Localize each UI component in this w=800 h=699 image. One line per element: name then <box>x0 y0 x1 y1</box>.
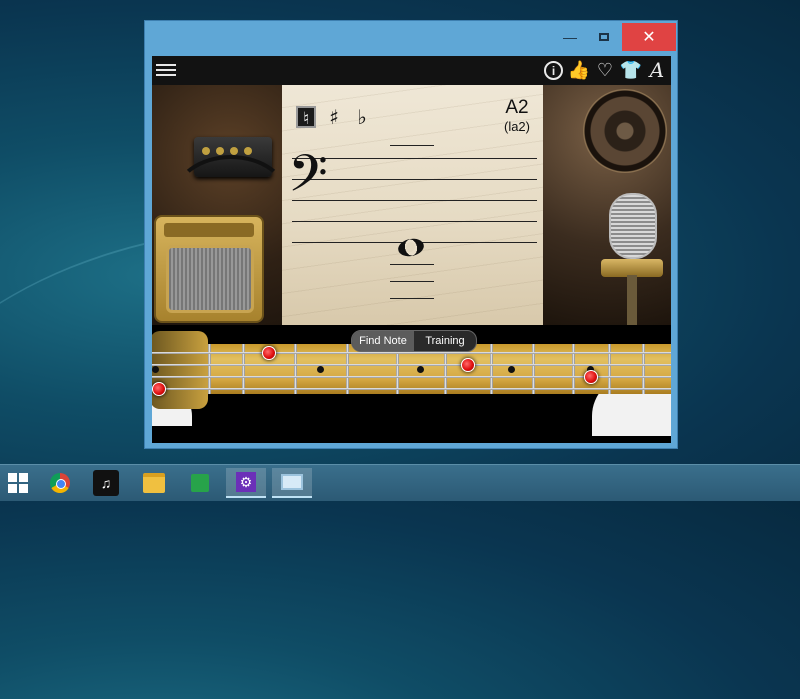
find-note-tab[interactable]: Find Note <box>352 331 414 351</box>
string-1 <box>152 352 671 354</box>
app-client-area: i 👍 ♡ 👕 A ♮ ♯ ♭ A2 (la2) 𝄢 Find Note Tra… <box>152 56 671 443</box>
whole-note <box>396 236 426 259</box>
string-4 <box>152 388 671 390</box>
title-bar[interactable]: — ✕ <box>145 21 677 54</box>
note-marker[interactable] <box>152 382 166 396</box>
bass-app-icon[interactable]: ♫ <box>86 468 126 498</box>
accidental-selector: ♮ ♯ ♭ <box>296 105 372 129</box>
note-marker[interactable] <box>461 358 475 372</box>
music-scene: ♮ ♯ ♭ A2 (la2) 𝄢 <box>152 85 671 325</box>
natural-button[interactable]: ♮ <box>296 106 316 129</box>
ledger-line <box>390 145 434 146</box>
menu-icon[interactable] <box>156 61 176 79</box>
ledger-line <box>390 298 434 299</box>
chrome-icon[interactable] <box>40 468 80 498</box>
ledger-line <box>390 264 434 265</box>
amplifier-artwork <box>152 85 290 325</box>
ledger-line <box>390 281 434 282</box>
sheet-music-panel: ♮ ♯ ♭ A2 (la2) 𝄢 <box>282 85 544 325</box>
fret-inlay-dot <box>152 366 159 373</box>
note-marker[interactable] <box>262 346 276 360</box>
store-icon[interactable] <box>180 468 220 498</box>
close-button[interactable]: ✕ <box>622 23 676 51</box>
microphone-image <box>609 193 657 259</box>
start-icon[interactable] <box>8 473 28 493</box>
note-name-display: A2 (la2) <box>504 97 530 134</box>
app-toolbar: i 👍 ♡ 👕 A <box>152 56 671 85</box>
maximize-icon <box>599 33 609 41</box>
fret-inlay-dot <box>417 366 424 373</box>
app-window: — ✕ i 👍 ♡ 👕 A ♮ ♯ ♭ A2 (la2) 𝄢 Find Note… <box>144 20 678 449</box>
info-icon[interactable]: i <box>544 61 563 80</box>
sharp-button[interactable]: ♯ <box>324 105 344 129</box>
maximize-button[interactable] <box>589 23 619 51</box>
fret-inlay-dot <box>508 366 515 373</box>
note-solfege: (la2) <box>503 119 530 134</box>
guitar-amplifier-image <box>154 215 264 323</box>
thumbs-up-icon[interactable]: 👍 <box>568 59 590 81</box>
font-icon[interactable]: A <box>647 58 667 82</box>
note-marker[interactable] <box>584 370 598 384</box>
training-tab[interactable]: Training <box>414 331 476 351</box>
note-name: A2 <box>505 97 529 118</box>
shirt-icon[interactable]: 👕 <box>620 59 642 81</box>
mode-toggle: Find Note Training <box>351 330 477 352</box>
speaker-image <box>583 89 667 173</box>
fret-inlay-dot <box>317 366 324 373</box>
bass-headstock <box>152 331 208 409</box>
taskbar: ♫ ⚙ <box>0 464 800 501</box>
string-2 <box>152 364 671 366</box>
speaker-microphone-artwork <box>543 85 671 325</box>
file-explorer-icon[interactable] <box>134 468 174 498</box>
heart-icon[interactable]: ♡ <box>595 59 615 81</box>
remote-desktop-icon[interactable] <box>272 468 312 498</box>
bass-clef-icon: 𝄢 <box>288 143 328 216</box>
settings-icon[interactable]: ⚙ <box>226 468 266 498</box>
flat-button[interactable]: ♭ <box>352 105 372 129</box>
minimize-button[interactable]: — <box>555 23 585 51</box>
